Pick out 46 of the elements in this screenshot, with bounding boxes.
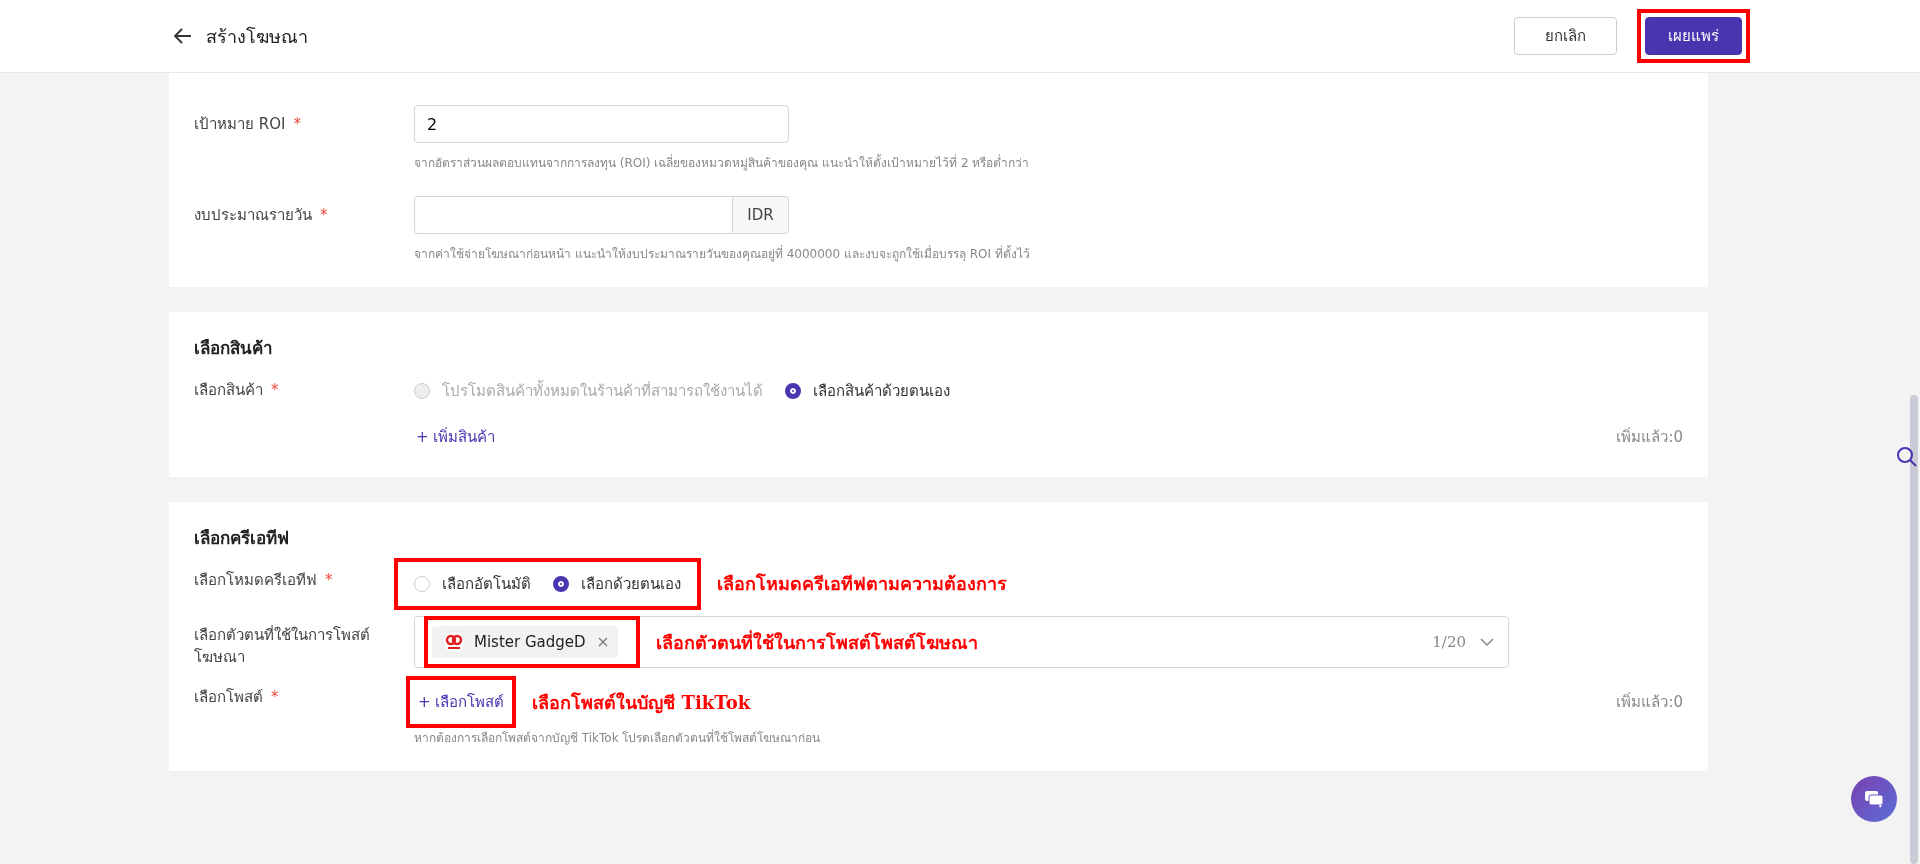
required-mark: * — [271, 381, 279, 399]
radio-button[interactable] — [553, 575, 569, 592]
annotation-text: เลือกโพสต์ในบัญชี TikTok — [532, 690, 751, 716]
field-label: เลือกสินค้า — [194, 381, 263, 399]
field-label: เลือกโพสต์ — [194, 688, 263, 706]
identity-select[interactable]: Mister GadgeD เลือกตัวตนที่ใช้ในการโพสต์โพสต์โฆษณา 1/20 — [414, 616, 1509, 668]
chat-button[interactable] — [1851, 776, 1897, 822]
added-count: เพิ่มแล้ว:0 — [1616, 426, 1683, 448]
tag-label: Mister GadgeD — [474, 633, 586, 651]
page-title: สร้างโฆษณา — [206, 24, 309, 49]
field-label: งบประมาณรายวัน — [194, 206, 312, 224]
add-link[interactable]: + เลือกโพสต์ — [406, 676, 517, 728]
add-link[interactable]: + เพิ่มสินค้า — [414, 421, 498, 453]
help-text: จากอัตราส่วนผลตอบแทนจากการลงทุน (ROI) เฉลี่ยของหมวดหมู่สินค้าของคุณ แนะนำให้ตั้งเป้าหมายไว้ที่ 2 หรือต่ำกว่า — [414, 153, 1031, 172]
section-title: เลือกครีเอทีฟ — [194, 527, 290, 550]
help-text: หากต้องการเลือกโพสต์จากบัญชี TikTok โปรดเลือกตัวตนที่ใช้โพสต์โฆษณาก่อน — [414, 728, 822, 747]
section-title: เลือกสินค้า — [194, 337, 274, 360]
field-label: เลือกตัวตนที่ใช้ในการโพสต์โฆษณา — [194, 626, 370, 666]
cancel-button[interactable]: ยกเลิก — [1514, 17, 1617, 55]
selection-counter: 1/20 — [1432, 633, 1466, 651]
text-field[interactable] — [414, 196, 733, 234]
scrollbar[interactable] — [1910, 395, 1918, 864]
radio-option[interactable]: เลือกด้วยตนเอง — [553, 571, 681, 596]
required-mark: * — [320, 206, 328, 224]
added-count: เพิ่มแล้ว:0 — [1616, 691, 1683, 713]
logo-icon — [442, 630, 466, 654]
option-label: เลือกอัตโนมัติ — [442, 573, 531, 595]
chevron-down-icon — [1480, 637, 1494, 647]
radio-option[interactable]: เลือกสินค้าด้วยตนเอง — [785, 379, 950, 403]
annotation-text: เลือกโหมดครีเอทีฟตามความต้องการ — [717, 572, 1007, 596]
required-mark: * — [271, 688, 279, 706]
required-mark: * — [293, 115, 301, 133]
option-label: เลือกสินค้าด้วยตนเอง — [813, 381, 950, 402]
text-field[interactable]: 2 — [414, 105, 789, 143]
field-label: เลือกโหมดครีเอทีฟ — [194, 571, 317, 589]
radio-button[interactable] — [785, 383, 801, 399]
annotation-text: เลือกตัวตนที่ใช้ในการโพสต์โพสต์โฆษณา — [655, 629, 978, 655]
search-icon[interactable] — [1896, 446, 1918, 468]
option-label: เลือกด้วยตนเอง — [581, 573, 681, 595]
close-icon[interactable] — [597, 637, 608, 647]
radio-option[interactable]: เลือกอัตโนมัติ — [414, 571, 531, 596]
publish-button[interactable]: เผยแพร่ — [1645, 17, 1742, 55]
field-label: เป้าหมาย ROI — [194, 115, 286, 133]
required-mark: * — [325, 571, 333, 589]
help-text: จากค่าใช้จ่ายโฆษณาก่อนหน้า แนะนำให้งบประมาณรายวันของคุณอยู่ที่ 4000000 และงบจะถูกใช้เมื่อบรรลุ ROI ที่ตั้งไว้ — [414, 244, 1031, 263]
currency-suffix: IDR — [733, 196, 789, 234]
